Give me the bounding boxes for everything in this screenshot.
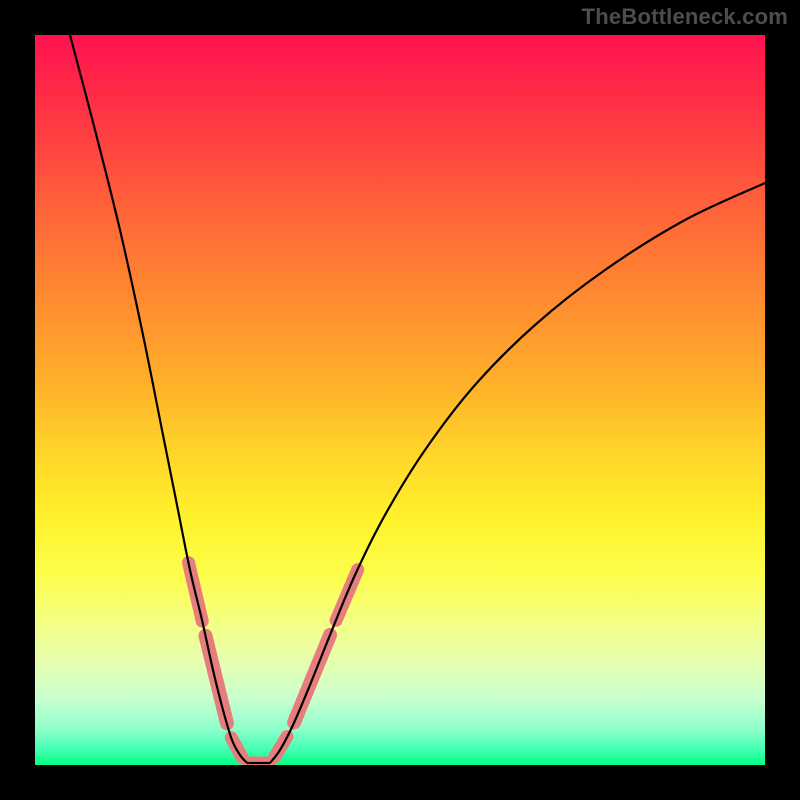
curve-layer xyxy=(35,35,765,765)
curve-left-branch xyxy=(70,35,247,763)
plot-area xyxy=(35,35,765,765)
highlight-bands xyxy=(189,563,358,763)
watermark-text: TheBottleneck.com xyxy=(582,4,788,30)
curve-right-branch xyxy=(270,183,765,763)
chart-frame: TheBottleneck.com xyxy=(0,0,800,800)
